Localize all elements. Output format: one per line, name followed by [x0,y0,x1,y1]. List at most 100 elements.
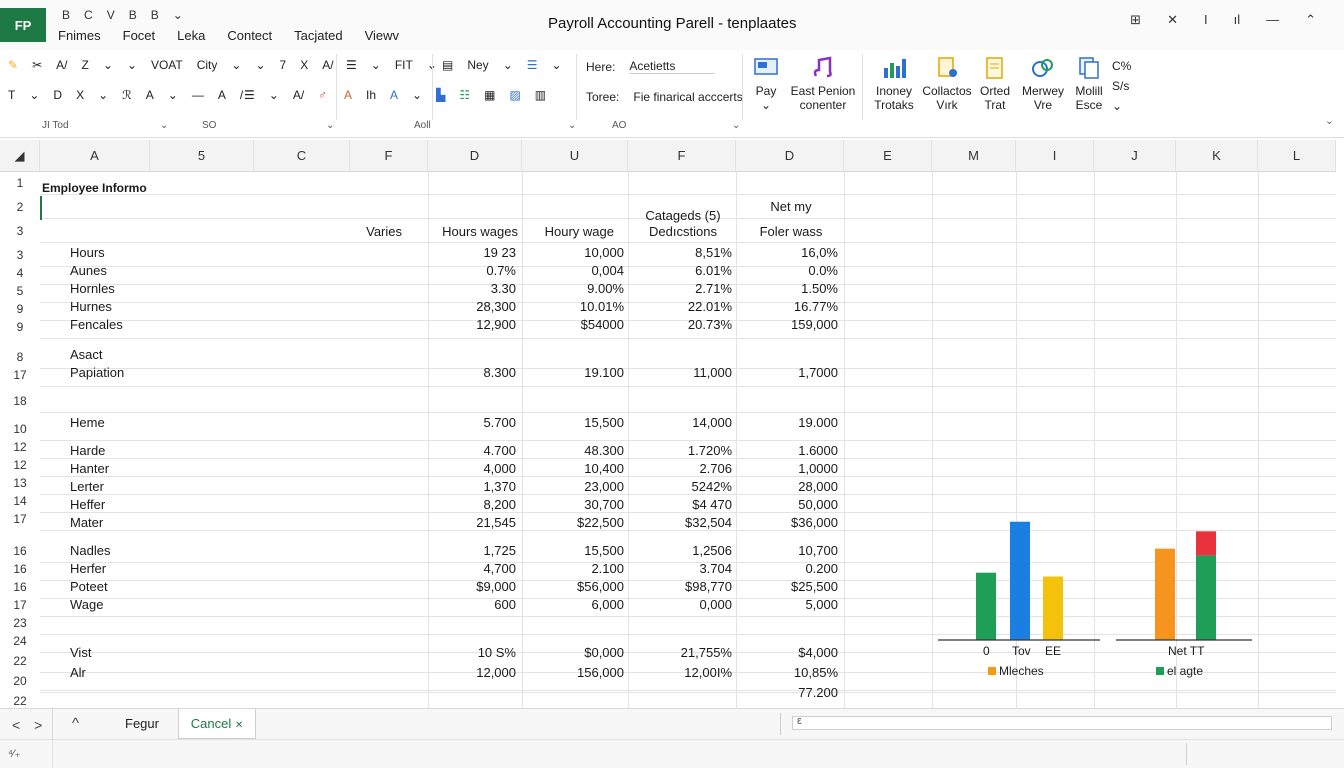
quick-access-copy-icon[interactable]: C [84,8,93,22]
column-header[interactable]: F [628,140,736,172]
menu-leka[interactable]: Leka [177,28,205,43]
list-icon[interactable]: ▤ [442,58,453,72]
grid-icon[interactable]: ▦ [484,88,495,102]
quick-access-paste-icon[interactable]: V [107,8,115,22]
chevron-down-icon[interactable]: ⌄ [371,58,381,72]
net-pay-cell[interactable]: 50,000 [736,497,838,512]
sheet-tab-cancel[interactable]: Cancel ✕ [178,709,256,739]
text-color-icon[interactable]: A [344,88,352,102]
cursor-icon[interactable]: I [1204,12,1208,28]
hours-wages-cell[interactable]: 28,300 [428,299,516,314]
eraser-icon[interactable]: ♂ [318,88,327,102]
column-header[interactable]: D [428,140,522,172]
column-header[interactable]: 5 [150,140,254,172]
cut-icon[interactable]: ✂ [32,58,42,72]
houry-wage-cell[interactable]: 15,500 [522,415,624,430]
row-header[interactable]: 13 [0,476,40,490]
menu-view[interactable]: Viewv [365,28,399,43]
net-pay-cell[interactable]: 1,0000 [736,461,838,476]
houry-wage-cell[interactable]: 23,000 [522,479,624,494]
hours-wages-cell[interactable]: 3.30 [428,281,516,296]
select-all-corner[interactable]: ◢ [0,140,40,172]
highlight-icon[interactable]: A [146,88,154,102]
chevron-down-icon[interactable]: ⌄ [255,58,265,72]
fit-button[interactable]: FIT [395,58,413,72]
row-label-cell[interactable]: Mater [70,515,103,530]
hours-wages-cell[interactable]: 8.300 [428,365,516,380]
row-label-cell[interactable]: Lerter [70,479,104,494]
column-header[interactable]: K [1176,140,1258,172]
italic-icon[interactable]: X [76,88,84,102]
column-header[interactable]: I [1016,140,1094,172]
row-label-cell[interactable]: Wage [70,597,103,612]
net-pay-cell[interactable]: 5,000 [736,597,838,612]
percent-label[interactable]: C% [1112,56,1131,76]
ss-label[interactable]: S/s [1112,76,1131,96]
prev-sheet-icon[interactable]: < [12,717,20,733]
row-header[interactable]: 2 [0,200,40,214]
hours-wages-cell[interactable]: 1,370 [428,479,516,494]
signal-icon[interactable]: ıl [1234,12,1241,28]
net-pay-cell[interactable]: $4,000 [736,645,838,660]
deductions-cell[interactable]: 20.73% [628,317,732,332]
header-deductions[interactable]: Dedıcstions [628,224,738,239]
minimize-icon[interactable]: — [1266,12,1279,28]
paragraph-icon[interactable]: ☰ [527,58,538,72]
hours-wages-cell[interactable]: 1,725 [428,543,516,558]
menu-tacjated[interactable]: Tacjated [294,28,342,43]
row-header[interactable]: 20 [0,674,40,688]
quick-access-save-icon[interactable]: B [62,8,70,22]
chevron-down-icon[interactable]: ⌄ [231,58,241,72]
format-table-icon[interactable]: ▨ [509,88,520,102]
deductions-cell[interactable]: $98,770 [628,579,732,594]
row-header[interactable]: 4 [0,266,40,280]
row-label-cell[interactable]: Poteet [70,579,108,594]
header-hours-wages[interactable]: Hours wages [428,224,518,239]
next-sheet-icon[interactable]: > [34,717,42,733]
deductions-cell[interactable]: 12,00I% [628,665,732,680]
header-net-pay[interactable]: Net my [736,199,846,214]
houry-wage-cell[interactable]: 10,000 [522,245,624,260]
row-label-cell[interactable]: Hurnes [70,299,112,314]
row-label-cell[interactable]: Aunes [70,263,107,278]
deductions-cell[interactable]: 3.704 [628,561,732,576]
chevron-down-icon[interactable]: ⌄ [103,58,113,72]
header-foler-wass[interactable]: Foler wass [736,224,846,239]
info-value-accounts[interactable]: Acetietts [629,59,716,74]
row-header[interactable]: 24 [0,634,40,648]
row-header[interactable]: 16 [0,562,40,576]
houry-wage-cell[interactable]: 15,500 [522,543,624,558]
row-header[interactable]: 22 [0,694,40,708]
row-header[interactable]: 9 [0,320,40,334]
deductions-cell[interactable]: 21,755% [628,645,732,660]
row-label-cell[interactable]: Hanter [70,461,109,476]
chevron-down-icon[interactable]: ⌄ [98,88,108,102]
hours-wages-cell[interactable]: 5.700 [428,415,516,430]
fill-icon[interactable]: ▙ [436,88,445,102]
net-pay-cell[interactable]: 0.200 [736,561,838,576]
chevron-down-icon[interactable]: ⌄ [127,58,137,72]
hours-wages-cell[interactable]: 600 [428,597,516,612]
row-header[interactable]: 14 [0,494,40,508]
net-pay-cell[interactable]: 10,700 [736,543,838,558]
quick-access-print-icon[interactable]: B [151,8,159,22]
row-header[interactable]: 8 [0,350,40,364]
row-label-cell[interactable]: Harde [70,443,105,458]
quick-access-format-icon[interactable]: B [129,8,137,22]
close-window-icon[interactable]: ✕ [1167,12,1178,28]
row-header[interactable]: 17 [0,368,40,382]
sheet-title-cell[interactable]: Employee Informo [42,181,147,195]
houry-wage-cell[interactable]: 19.100 [522,365,624,380]
net-pay-cell[interactable]: 19.000 [736,415,838,430]
clear-format-icon[interactable]: X [300,58,308,72]
chevron-down-icon[interactable]: ⌄ [168,88,178,102]
houry-wage-cell[interactable]: 10,400 [522,461,624,476]
align-lines-icon[interactable]: ☰ [244,88,255,102]
net-pay-cell[interactable]: 16.77% [736,299,838,314]
row-label-cell[interactable]: Nadles [70,543,110,558]
row-label-cell[interactable]: Asact [70,347,103,362]
sheet-tab-fegur[interactable]: Fegur [106,709,178,739]
houry-wage-cell[interactable]: 30,700 [522,497,624,512]
horizontal-scrollbar[interactable]: ε [792,715,1332,730]
row-label-cell[interactable]: Fencales [70,317,123,332]
